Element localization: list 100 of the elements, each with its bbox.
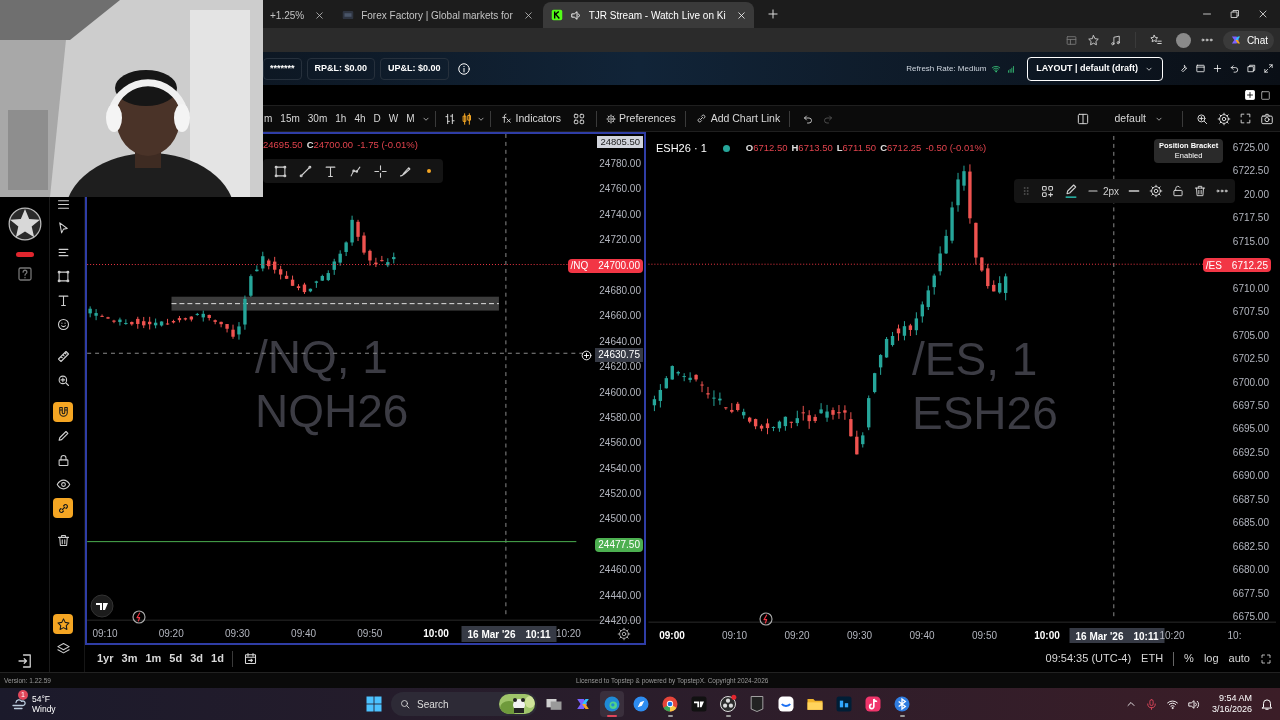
price-label: 24680.00 [599,283,641,298]
scale-option[interactable]: auto [1228,650,1250,667]
timeframe-button[interactable]: 15m [276,108,304,129]
price-label: 24720.00 [599,233,641,248]
price-label: 6675.00 [1232,610,1269,624]
ohlc-label: C [880,141,888,156]
time-label: 09:30 [224,627,250,641]
browser-tab[interactable]: TJR Stream - Watch Live on Ki [542,2,754,28]
price-change: -0.50 (-0.01%) [925,141,987,156]
ohlc-value: 24695.50 [263,138,303,152]
price-label: 6707.50 [1232,305,1269,320]
price-label: 6685.00 [1232,516,1269,531]
price-label: 6715.00 [1232,234,1269,249]
symbol-watermark: /ES, 1 [912,332,1039,386]
price-label: 24640.00 [599,334,641,349]
range-button[interactable]: 1yr [93,650,118,667]
time-label: 10:20 [1159,629,1185,643]
price-label: 24520.00 [599,487,641,502]
price-label: 24600.00 [599,385,641,400]
range-button[interactable]: 1d [207,650,228,667]
ohlc-value: 6712.25 [887,141,922,156]
browser-tab[interactable]: +1.25% [263,2,333,28]
price-label: 20.00 [1243,187,1269,202]
price-label: 24620.00 [599,360,641,375]
price-label: 6677.50 [1232,586,1269,601]
price-label: 6725.00 [1232,141,1269,155]
price-change: -1.75 (-0.01%) [357,138,418,152]
scale-option[interactable]: log [1203,650,1219,667]
price-label: 6702.50 [1232,352,1269,367]
range-button[interactable]: 3m [117,650,142,667]
timeframe-button[interactable]: M [402,108,419,129]
price-label: 6695.00 [1232,422,1269,437]
ohlc-value: 6711.50 [842,141,877,156]
price-label: 6682.50 [1232,539,1269,554]
price-label: 24700.00 [598,259,640,274]
price-label: 24440.00 [599,588,641,603]
price-label: 6697.50 [1232,398,1269,413]
time-label: 09:40 [909,629,935,643]
browser-tab[interactable]: Forex Factory | Global markets for [334,2,541,28]
search-field[interactable]: Search [391,692,537,716]
timeframe-button[interactable]: 30m [303,108,332,129]
ohlc-label: O [745,141,754,156]
price-label: 6690.00 [1232,469,1269,484]
price-label: 6717.50 [1232,211,1269,226]
timeframe-button[interactable]: W [384,108,403,129]
price-label: 24460.00 [599,563,641,578]
price-label: 24477.50 [598,538,640,553]
symbol-label[interactable]: ESH26 · 1 [656,140,707,157]
price-label: 6722.50 [1232,164,1269,179]
preferences-button[interactable]: Preferences [601,108,681,129]
timeframe-button[interactable]: D [369,108,385,129]
ohlc-value: 6712.50 [753,141,788,156]
clock-time: 9:54 AM [1218,693,1252,704]
price-label: 24580.00 [599,410,641,425]
clock-label: 09:54:35 (UTC-4) [1045,651,1132,667]
symbol-watermark: ESH26 [912,386,1058,440]
date-label: 16 Mar '26 [467,627,516,642]
symbol-watermark: /NQ, 1 [255,330,389,384]
chat-button[interactable]: Chat [1222,30,1274,50]
ohlc-label: L [836,141,843,156]
ohlc-value: 24700.00 [313,138,354,152]
weather-label: Windy [32,704,56,714]
price-label: 6692.50 [1232,445,1269,460]
ohlc-value: 6713.50 [798,141,833,156]
range-button[interactable]: 1m [141,650,166,667]
time-label: 10:11 [1133,629,1159,643]
layout-select[interactable]: default [1108,108,1170,129]
time-label: 09:10 [92,627,118,641]
price-label: 24780.00 [599,157,641,171]
date-label: 16 Mar '26 [1075,629,1124,643]
range-button[interactable]: 3d [186,650,208,667]
add-chart-link-button[interactable]: Add Chart Link [689,108,786,129]
scale-option[interactable]: % [1184,650,1194,667]
time-label: 09:50 [972,629,997,643]
line-width-button[interactable]: 2px [1087,183,1120,199]
price-label: 6705.00 [1232,328,1269,343]
session-button[interactable]: ETH [1141,650,1164,667]
symbol-watermark: NQH26 [255,384,409,438]
range-button[interactable]: 5d [165,650,187,667]
timeframe-button[interactable]: 1h [331,108,351,129]
price-label: 6712.25 [1231,258,1268,273]
timeframe-button[interactable]: m [260,108,277,129]
time-label: 09:40 [291,627,317,641]
price-label: 6680.00 [1232,563,1269,578]
time-label: 10:00 [423,627,449,641]
symbol-label: /NQ [570,259,589,274]
time-label: 09:50 [357,627,383,641]
stat-label: RP&L: $0.00 [306,57,376,80]
price-tag: 24630.75 [595,348,643,362]
time-label: 10:00 [1034,629,1060,643]
price-label: 24560.00 [599,436,641,451]
indicators-button[interactable]: Indicators [494,108,567,129]
ohlc-label: H [791,141,799,156]
layout-dropdown[interactable]: LAYOUT | default (draft) [1027,56,1163,81]
time-label: 10: [1227,629,1242,643]
price-label: 6710.00 [1232,281,1269,296]
time-label: 10:11 [525,627,551,642]
refresh-rate-label: Refresh Rate: Medium [906,62,987,75]
time-label: 10:20 [555,627,581,641]
timeframe-button[interactable]: 4h [350,108,370,129]
